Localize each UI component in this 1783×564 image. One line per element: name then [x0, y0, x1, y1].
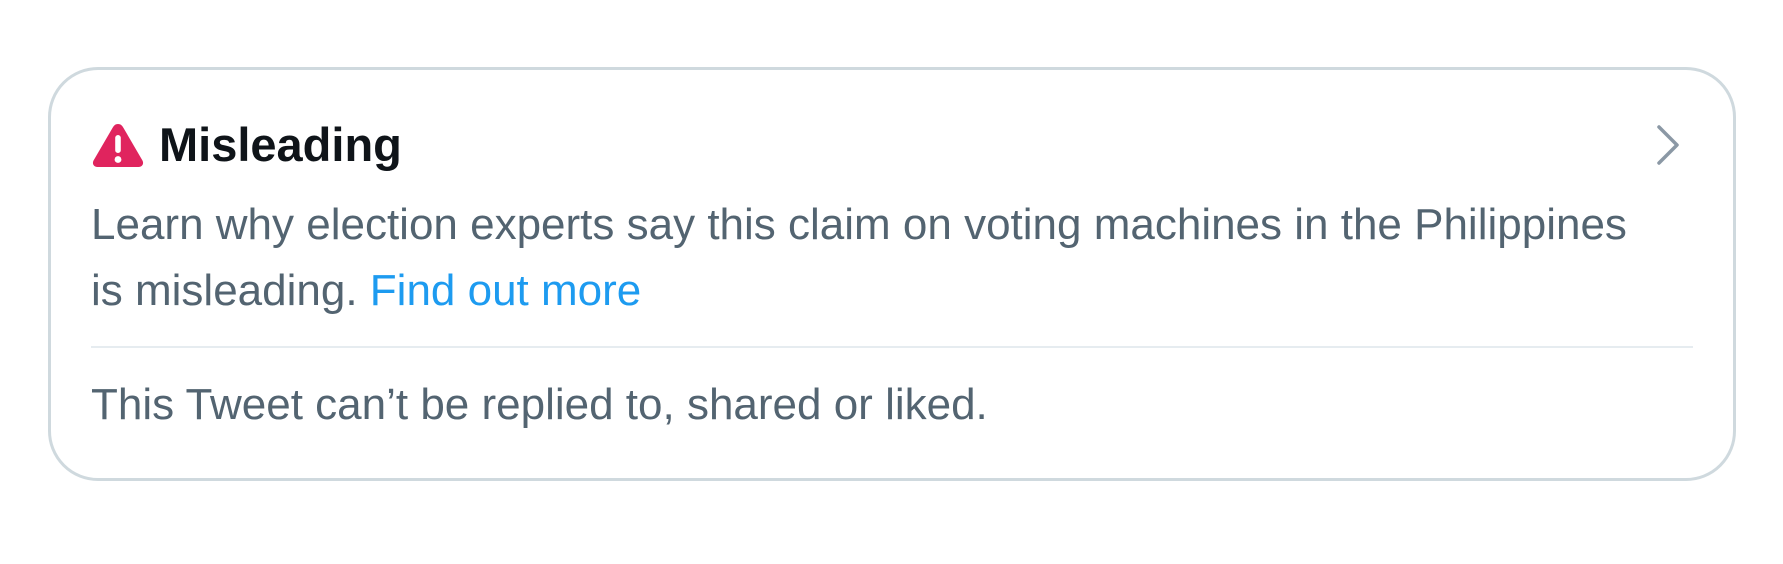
notice-label: Misleading: [159, 118, 402, 171]
chevron-right-icon[interactable]: [1655, 124, 1681, 166]
misleading-notice-card[interactable]: Misleading Learn why election experts sa…: [48, 67, 1736, 481]
divider: [91, 346, 1693, 348]
find-out-more-link[interactable]: Find out more: [370, 266, 641, 315]
warning-triangle-icon: [92, 124, 144, 167]
notice-description: Learn why election experts say this clai…: [91, 192, 1651, 324]
notice-description-text: Learn why election experts say this clai…: [91, 200, 1627, 315]
notice-header: Misleading: [91, 120, 402, 170]
restriction-text: This Tweet can’t be replied to, shared o…: [91, 380, 988, 429]
